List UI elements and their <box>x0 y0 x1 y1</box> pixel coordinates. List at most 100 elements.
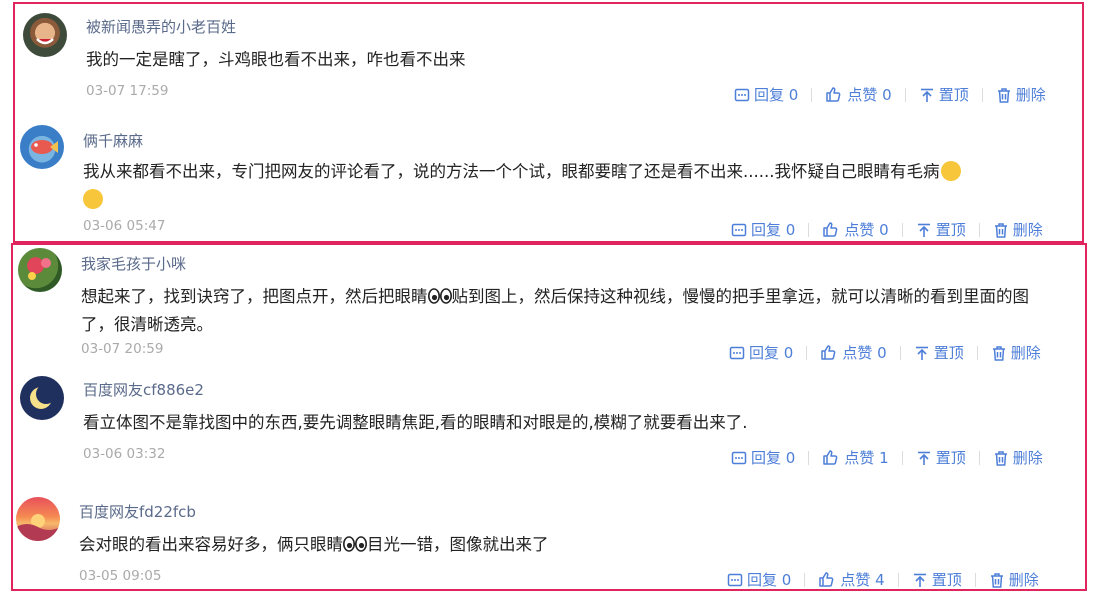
username[interactable]: 百度网友cf886e2 <box>83 379 204 400</box>
pin-top-label: 置顶 <box>935 221 966 239</box>
sunset-avatar-icon <box>16 514 60 541</box>
pin-top-label: 置顶 <box>935 449 966 467</box>
comment-text: 我的一定是瞎了，斗鸡眼也看不出来，咋也看不出来 <box>86 50 466 69</box>
thumbs-up-icon <box>821 344 836 360</box>
pin-top-button[interactable]: 置顶 <box>916 447 966 468</box>
delete-button[interactable]: 删除 <box>989 569 1039 590</box>
comment-actions: 回复 0 点赞 1 置顶 删除 <box>731 447 1043 468</box>
like-button[interactable]: 点赞 4 <box>818 569 885 590</box>
trash-icon <box>989 572 1004 588</box>
reply-label: 回复 <box>749 344 780 362</box>
thumbs-up-icon <box>823 449 838 465</box>
delete-button[interactable]: 删除 <box>993 219 1043 240</box>
like-count: 0 <box>882 85 892 104</box>
reply-count: 0 <box>781 570 792 589</box>
reply-button[interactable]: 回复 0 <box>731 447 795 468</box>
username[interactable]: 百度网友fd22fcb <box>79 501 196 522</box>
trash-icon <box>993 450 1008 466</box>
delete-label: 删除 <box>1010 344 1041 362</box>
avatar[interactable] <box>20 125 64 169</box>
pin-top-label: 置顶 <box>931 571 962 589</box>
timestamp: 03-06 03:32 <box>83 446 166 462</box>
divider <box>811 87 813 102</box>
like-label: 点赞 <box>844 449 875 467</box>
username[interactable]: 被新闻愚弄的小老百姓 <box>86 16 236 37</box>
comment-actions: 回复 0 点赞 0 置顶 删除 <box>731 219 1043 240</box>
trash-icon <box>993 222 1008 238</box>
divider <box>808 450 810 465</box>
avatar[interactable] <box>23 13 67 57</box>
timestamp: 03-07 17:59 <box>86 83 169 99</box>
like-button[interactable]: 点赞 0 <box>820 342 887 363</box>
username[interactable]: 我家毛孩于小咪 <box>81 253 186 274</box>
avatar[interactable] <box>16 497 60 541</box>
delete-button[interactable]: 删除 <box>993 447 1043 468</box>
thumbs-up-icon <box>823 221 838 237</box>
pin-top-label: 置顶 <box>933 344 964 362</box>
like-count: 0 <box>877 343 887 362</box>
trash-icon <box>996 87 1011 103</box>
like-button[interactable]: 点赞 0 <box>822 219 889 240</box>
reply-button[interactable]: 回复 0 <box>727 569 791 590</box>
pin-top-button[interactable]: 置顶 <box>916 219 966 240</box>
comment-text: 想起来了，找到诀窍了，把图点开，然后把眼睛 贴到图上，然后保持这种视线，慢慢的把手… <box>81 283 1061 339</box>
reply-icon <box>731 451 747 464</box>
eyes-emoji-icon <box>343 536 367 552</box>
divider <box>899 345 901 360</box>
divider <box>978 450 980 465</box>
like-button[interactable]: 点赞 1 <box>822 447 889 468</box>
reply-count: 0 <box>783 343 794 362</box>
reply-count: 0 <box>788 85 799 104</box>
person-laughing-avatar-icon <box>36 38 54 45</box>
delete-button[interactable]: 删除 <box>996 84 1046 105</box>
comment-text: 看立体图不是靠找图中的东西,要先调整眼睛焦距,看的眼睛和对眼是的,模糊了就要看出… <box>83 413 748 432</box>
delete-button[interactable]: 删除 <box>991 342 1041 363</box>
divider <box>904 87 906 102</box>
thumbs-up-icon <box>826 86 841 102</box>
reply-button[interactable]: 回复 0 <box>731 219 795 240</box>
eyes-emoji-icon <box>427 288 452 304</box>
reply-icon <box>729 346 745 359</box>
delete-label: 删除 <box>1008 571 1039 589</box>
comment-actions: 回复 0 点赞 4 置顶 删除 <box>727 569 1039 590</box>
timestamp: 03-05 09:05 <box>79 568 162 584</box>
timestamp: 03-06 05:47 <box>83 218 166 234</box>
comment-text-part-1: 会对眼的看出来容易好多，俩只眼睛 <box>79 535 343 554</box>
reply-label: 回复 <box>751 449 782 467</box>
comment-text: 会对眼的看出来容易好多，俩只眼睛 目光一错，图像就出来了 <box>79 531 1059 559</box>
reply-icon <box>731 223 747 236</box>
like-count: 0 <box>879 220 889 239</box>
moon-avatar-icon <box>30 384 56 409</box>
fish-avatar-icon <box>31 140 58 154</box>
avatar[interactable] <box>18 248 62 292</box>
laughing-crying-emoji-icon <box>941 161 962 181</box>
like-label: 点赞 <box>842 344 873 362</box>
divider <box>901 450 903 465</box>
delete-label: 删除 <box>1012 221 1043 239</box>
divider <box>974 572 976 587</box>
timestamp: 03-07 20:59 <box>81 341 164 357</box>
pin-top-button[interactable]: 置顶 <box>912 569 962 590</box>
reply-count: 0 <box>785 448 796 467</box>
like-button[interactable]: 点赞 0 <box>825 84 892 105</box>
reply-icon <box>734 88 750 101</box>
comment-actions: 回复 0 点赞 0 置顶 删除 <box>734 84 1046 105</box>
pin-top-label: 置顶 <box>938 86 969 104</box>
avatar[interactable] <box>20 376 64 420</box>
arrow-up-icon <box>916 451 931 466</box>
divider <box>901 222 903 237</box>
divider <box>806 345 808 360</box>
pin-top-button[interactable]: 置顶 <box>919 84 969 105</box>
comment-text: 我从来都看不出来，专门把网友的评论看了，说的方法一个个试，眼都要瞎了还是看不出来… <box>83 158 1063 214</box>
pin-top-button[interactable]: 置顶 <box>914 342 964 363</box>
like-label: 点赞 <box>840 571 871 589</box>
reply-count: 0 <box>785 220 796 239</box>
reply-button[interactable]: 回复 0 <box>729 342 793 363</box>
delete-label: 删除 <box>1015 86 1046 104</box>
reply-label: 回复 <box>747 571 778 589</box>
username[interactable]: 俩千麻麻 <box>83 130 143 151</box>
reply-button[interactable]: 回复 0 <box>734 84 798 105</box>
divider <box>976 345 978 360</box>
delete-label: 删除 <box>1012 449 1043 467</box>
comment-text-body: 我从来都看不出来，专门把网友的评论看了，说的方法一个个试，眼都要瞎了还是看不出来… <box>83 162 940 181</box>
